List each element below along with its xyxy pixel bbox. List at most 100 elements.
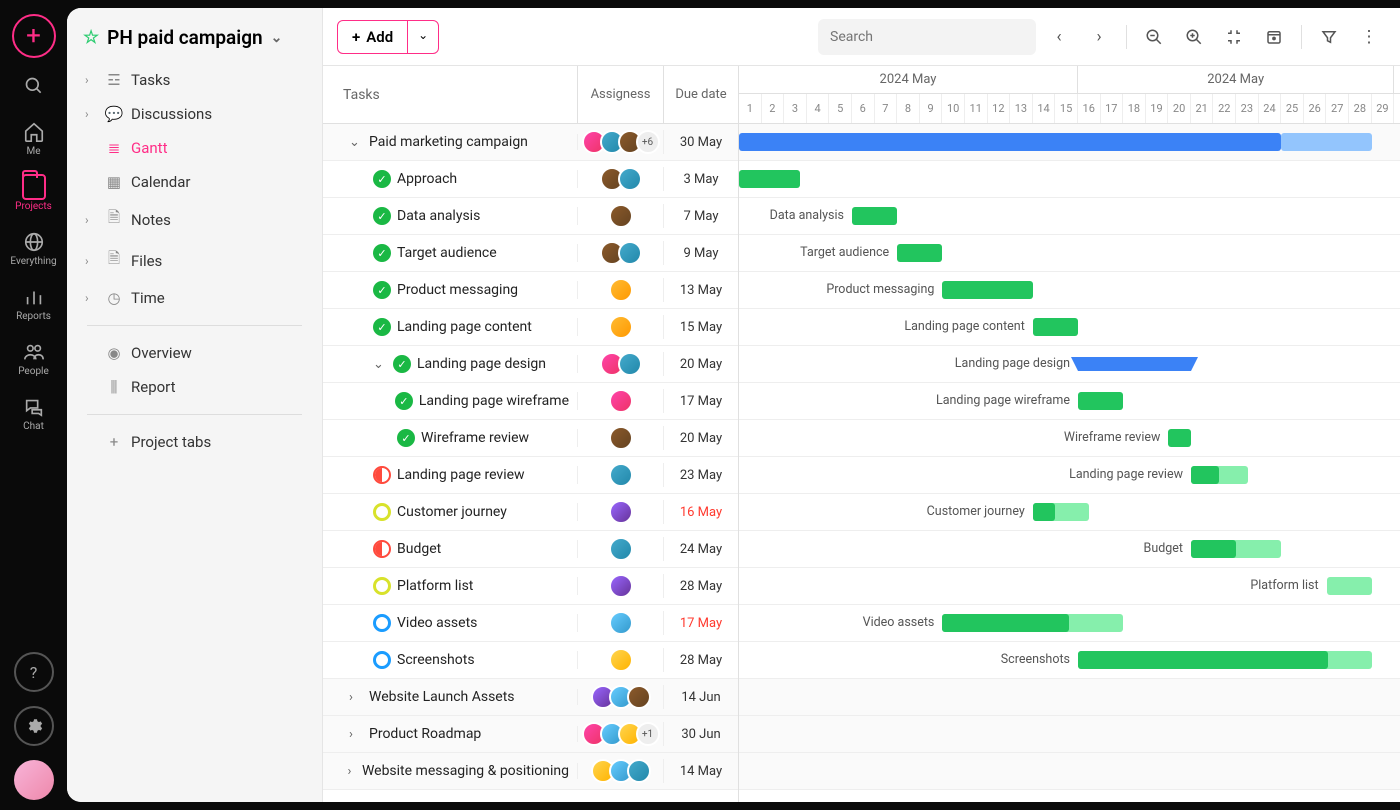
day-header: 22 [1213,94,1236,123]
sidebar-item-discussions[interactable]: › 💬 Discussions [75,97,314,131]
assignee-cell[interactable]: +6 [578,130,664,154]
gantt-group-bar[interactable] [1078,357,1191,371]
sidebar-item-report[interactable]: ⫼ Report [75,370,314,404]
settings-button[interactable] [14,706,54,746]
expand-toggle[interactable]: ⌄ [349,135,363,150]
status-icon: ✓ [373,170,391,188]
gantt-bar[interactable] [897,244,942,262]
gantt-bar[interactable] [942,281,1032,299]
rail-item-everything[interactable]: Everything [0,224,67,273]
expand-toggle[interactable]: › [349,690,363,705]
task-row[interactable]: ›Website messaging & positioning14 May [323,753,738,790]
avatar [627,759,651,783]
assignee-cell[interactable] [578,352,664,376]
sidebar-item-files[interactable]: › 🗎 Files [75,240,314,281]
rail-item-projects[interactable]: Projects [0,169,67,218]
assignee-cell[interactable]: +1 [578,722,664,746]
task-row[interactable]: Budget24 May [323,531,738,568]
rail-item-me[interactable]: Me [0,114,67,163]
day-header: 29 [1372,94,1395,123]
gantt-bar[interactable] [1327,577,1372,595]
assignee-cell[interactable] [578,278,664,302]
assignee-cell[interactable] [578,574,664,598]
task-row[interactable]: Platform list28 May [323,568,738,605]
rail-item-people[interactable]: People [0,334,67,383]
project-title-dropdown[interactable]: ☆ PH paid campaign ⌄ [75,18,314,57]
task-row[interactable]: ✓Target audience9 May [323,235,738,272]
assignee-cell[interactable] [578,759,664,783]
gantt-bar-label: Landing page content [904,319,1024,334]
assignee-cell[interactable] [578,204,664,228]
avatar [627,685,651,709]
rail-item-reports[interactable]: Reports [0,279,67,328]
gantt-timeline[interactable]: 2024 May2024 May 12345678910111213141516… [739,66,1400,802]
assignee-cell[interactable] [578,537,664,561]
assignee-cell[interactable] [578,611,664,635]
rail-item-chat[interactable]: Chat [0,389,67,438]
assignee-cell[interactable] [578,241,664,265]
user-avatar[interactable] [14,760,54,800]
sidebar-item-tasks[interactable]: › ☲ Tasks [75,63,314,97]
due-date: 20 May [664,357,738,372]
gantt-row [739,161,1400,198]
gantt-bar[interactable] [1078,392,1123,410]
task-row[interactable]: ✓Product messaging13 May [323,272,738,309]
gantt-row: Platform list [739,568,1400,605]
task-row[interactable]: ⌄Paid marketing campaign+630 May [323,124,738,161]
next-button[interactable]: › [1082,20,1116,54]
task-name: Budget [397,541,441,557]
zoom-in-button[interactable] [1177,20,1211,54]
assignee-cell[interactable] [578,315,664,339]
task-row[interactable]: ✓Wireframe review20 May [323,420,738,457]
task-row[interactable]: Customer journey16 May [323,494,738,531]
expand-toggle[interactable]: ⌄ [373,357,387,372]
sidebar-item-overview[interactable]: ◉ Overview [75,336,314,370]
day-header: 17 [1101,94,1124,123]
global-search-button[interactable] [12,64,56,108]
prev-button[interactable]: ‹ [1042,20,1076,54]
assignee-cell[interactable] [578,426,664,450]
help-button[interactable]: ? [14,652,54,692]
day-header: 19 [1146,94,1169,123]
sidebar-item-notes[interactable]: › 🗎 Notes [75,199,314,240]
sidebar-item-time[interactable]: › ◷ Time [75,281,314,315]
task-row[interactable]: ⌄✓Landing page design20 May [323,346,738,383]
task-row[interactable]: ✓Landing page wireframe17 May [323,383,738,420]
task-row[interactable]: ›Website Launch Assets14 Jun [323,679,738,716]
due-date: 30 May [664,135,738,150]
add-dropdown-caret[interactable]: ⌄ [407,21,438,53]
zoom-out-button[interactable] [1137,20,1171,54]
collapse-button[interactable] [1217,20,1251,54]
more-button[interactable]: ⋮ [1352,20,1386,54]
add-global-button[interactable]: + [12,14,56,58]
search-input[interactable] [818,19,1036,55]
assignee-cell[interactable] [578,167,664,191]
add-button[interactable]: + Add [338,21,407,53]
task-row[interactable]: ✓Landing page content15 May [323,309,738,346]
assignee-cell[interactable] [578,500,664,524]
task-row[interactable]: Landing page review23 May [323,457,738,494]
task-row[interactable]: Video assets17 May [323,605,738,642]
sidebar-item-calendar[interactable]: ▦ Calendar [75,165,314,199]
due-date: 15 May [664,320,738,335]
gantt-bar[interactable] [1168,429,1191,447]
gantt-bar[interactable] [1033,318,1078,336]
task-row[interactable]: ›Product Roadmap+130 Jun [323,716,738,753]
task-row[interactable]: ✓Data analysis7 May [323,198,738,235]
gantt-bar[interactable] [739,133,1281,151]
filter-button[interactable] [1312,20,1346,54]
expand-toggle[interactable]: › [349,727,363,742]
task-row[interactable]: ✓Approach3 May [323,161,738,198]
assignee-cell[interactable] [578,463,664,487]
task-row[interactable]: Screenshots28 May [323,642,738,679]
assignee-cell[interactable] [578,685,664,709]
assignee-cell[interactable] [578,648,664,672]
gantt-bar[interactable] [739,170,800,188]
assignee-cell[interactable] [578,389,664,413]
gantt-row: Landing page review [739,457,1400,494]
sidebar-item-project-tabs[interactable]: + Project tabs [75,425,314,459]
today-button[interactable] [1257,20,1291,54]
expand-toggle[interactable]: › [347,764,356,779]
gantt-bar[interactable] [852,207,897,225]
sidebar-item-gantt[interactable]: ≣ Gantt [75,131,314,165]
